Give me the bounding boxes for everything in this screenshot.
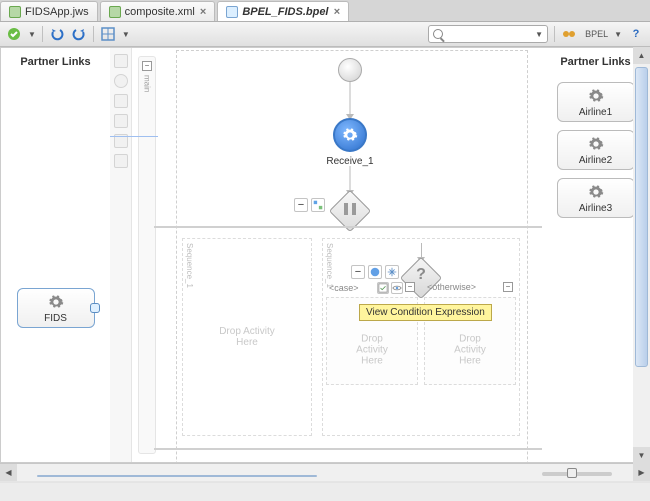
partner-port[interactable] [90,303,100,313]
tooltip: View Condition Expression [359,304,492,321]
switch-branches: <case> − Dro [323,297,519,385]
close-icon[interactable]: × [200,6,206,18]
palette-flow-icon[interactable] [114,114,128,128]
toolbar: ▼ ▼ ▼ BPEL ▼ ? [0,22,650,47]
partner-airline1[interactable]: Airline1 [557,82,635,122]
palette-scope-icon[interactable] [114,94,128,108]
drop-hint: Drop Activity Here [448,333,493,366]
scroll-up-button[interactable]: ▲ [633,47,650,64]
redo-button[interactable] [71,26,87,42]
diagram-surface[interactable]: Receive_1 − Sequence_1 Drop Activity Her… [158,48,542,462]
panel-title: Partner Links [560,56,630,68]
flow-add-branch-icon[interactable] [311,198,325,212]
close-icon[interactable]: × [334,6,340,18]
partner-label: Airline2 [579,155,612,166]
dropdown-arrow-icon[interactable]: ▼ [28,30,36,39]
tab-composite[interactable]: composite.xml × [100,1,216,21]
collapse-toggle[interactable]: − [351,265,365,279]
tab-label: FIDSApp.jws [25,6,89,18]
drop-hint: Drop Activity Here [350,333,395,366]
partner-fids[interactable]: FIDS [17,288,95,328]
zoom-slider-knob[interactable] [567,468,577,478]
view-expression-icon[interactable] [391,282,403,294]
switch-add-case-icon[interactable] [368,265,382,279]
sequence-box[interactable]: Sequence_1 Drop Activity Here [182,238,312,436]
bpel-view-icon[interactable] [561,26,577,42]
scope-rail-label: main [143,75,152,92]
flow-line [350,82,351,118]
panel-title: Partner Links [20,56,90,68]
drop-hint: Drop Activity Here [215,326,279,348]
gear-icon [587,135,605,153]
dropdown-arrow-icon[interactable]: ▼ [614,30,622,39]
bpel-canvas[interactable]: − main Receive_1 − [110,47,542,463]
vertical-scrollbar[interactable]: ▲ ▼ [633,47,650,464]
partner-airline2[interactable]: Airline2 [557,130,635,170]
dropdown-arrow-icon[interactable]: ▼ [535,30,543,39]
gear-icon [587,183,605,201]
sequence-label: Sequence_1 [185,243,194,288]
collapse-toggle[interactable]: − [503,282,513,292]
collapse-toggle[interactable]: − [405,282,415,292]
gear-icon [587,87,605,105]
tab-label: BPEL_FIDS.bpel [242,6,328,18]
bpel-dropdown[interactable]: BPEL [585,29,608,39]
search-input[interactable]: ▼ [428,25,548,43]
zoom-slider[interactable] [542,472,612,476]
gear-icon [47,293,65,311]
undo-button[interactable] [49,26,65,42]
collapse-toggle[interactable]: − [142,61,152,71]
question-icon: ? [416,266,426,284]
start-node[interactable] [338,58,362,82]
tab-bpel-fids[interactable]: BPEL_FIDS.bpel × [217,1,349,21]
scroll-left-button[interactable]: ◀ [0,464,17,481]
bpel-file-icon [226,6,238,18]
tab-fidsapp[interactable]: FIDSApp.jws [0,1,98,21]
scroll-right-button[interactable]: ▶ [633,464,650,481]
dropdown-arrow-icon[interactable]: ▼ [122,30,130,39]
palette-invoke-icon[interactable] [114,74,128,88]
help-button[interactable]: ? [628,26,644,42]
flow-split-line [154,226,542,228]
flow-join-line [154,448,542,450]
parallel-icon [341,200,359,218]
main-area: Partner Links FIDS − main [0,47,650,463]
validate-button[interactable] [6,26,22,42]
receive-node[interactable] [333,118,367,152]
partner-links-left-panel: Partner Links FIDS [0,47,110,463]
case-branch[interactable]: <case> − Dro [326,297,418,385]
edit-expression-icon[interactable] [377,282,389,294]
collapse-toggle[interactable]: − [294,198,308,212]
partner-airline3[interactable]: Airline3 [557,178,635,218]
tab-label: composite.xml [125,6,195,18]
partner-label: FIDS [44,313,67,324]
sequence-box[interactable]: Sequence_1 − ? [322,238,520,436]
palette-assign-icon[interactable] [114,54,128,68]
partner-label: Airline1 [579,107,612,118]
scrollbar-thumb[interactable] [37,475,317,477]
partner-label: Airline3 [579,203,612,214]
otherwise-label: <otherwise> [427,282,476,292]
file-icon [9,6,21,18]
tab-bar: FIDSApp.jws composite.xml × BPEL_FIDS.bp… [0,0,650,22]
scrollbar-thumb[interactable] [635,67,648,367]
case-label: <case> [329,283,359,293]
file-icon [109,6,121,18]
scroll-down-button[interactable]: ▼ [633,447,650,464]
search-icon [433,29,443,39]
switch-expand-icon[interactable] [385,265,399,279]
layout-button[interactable] [100,26,116,42]
